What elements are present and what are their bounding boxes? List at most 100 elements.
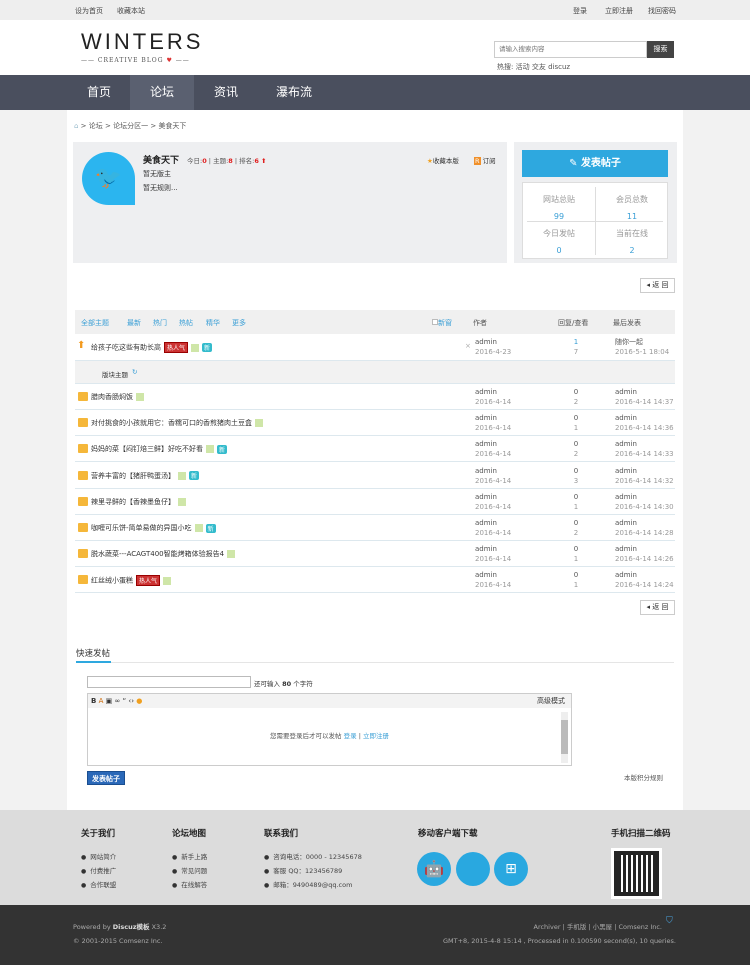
editor-register-link[interactable]: 立即注册 xyxy=(363,732,389,740)
thread-title[interactable]: 辣里寻鲜的【香辣墨鱼仔】 xyxy=(91,497,186,507)
thread-row[interactable]: 妈妈的菜【闷钉焙三鲜】好吃不好看新 admin 2016-4-14 02 admi… xyxy=(75,436,675,463)
thread-row[interactable]: 腊肉香肠焖饭 admin 2016-4-14 02 admin 2016-4-14 … xyxy=(75,384,675,410)
thread-title[interactable]: 给孩子吃这些有助长高 热人气新 xyxy=(91,342,213,353)
bookmark-site-link[interactable]: 收藏本站 xyxy=(117,6,145,16)
login-link[interactable]: 登录 xyxy=(573,6,587,16)
code-icon[interactable]: ‹› xyxy=(128,697,134,705)
back-button[interactable]: ◂ 返 回 xyxy=(640,278,675,293)
nav-news[interactable]: 资讯 xyxy=(194,75,258,110)
logo[interactable]: WINTERS xyxy=(81,29,203,55)
author[interactable]: admin xyxy=(475,413,511,423)
footer-link[interactable]: 合作联盟 xyxy=(81,879,116,889)
comsenz-link[interactable]: Comsenz Inc. xyxy=(618,923,662,931)
last-user[interactable]: admin xyxy=(615,439,674,449)
mobile-link[interactable]: 手机版 xyxy=(567,923,587,931)
home-icon[interactable]: ⌂ xyxy=(74,122,78,130)
filter-hot[interactable]: 热门 xyxy=(153,318,167,328)
footer-link[interactable]: 付费推广 xyxy=(81,865,116,875)
hot-link[interactable]: discuz xyxy=(548,63,570,71)
nav-home[interactable]: 首页 xyxy=(67,75,131,110)
font-color-icon[interactable]: A xyxy=(99,697,104,705)
search-button[interactable]: 搜索 xyxy=(647,41,674,58)
footer-link[interactable]: 新手上路 xyxy=(172,851,207,861)
blackroom-link[interactable]: 小黑屋 xyxy=(593,923,613,931)
post-subject-input[interactable] xyxy=(87,676,251,688)
last-user[interactable]: admin xyxy=(615,544,674,554)
discuz-link[interactable]: Discuz模板 xyxy=(113,923,150,931)
nav-forum[interactable]: 论坛 xyxy=(130,75,194,110)
thread-row[interactable]: 咖喱可乐饼-简单易做的异国小吃新 admin 2016-4-14 02 admin… xyxy=(75,515,675,541)
thread-title[interactable]: 腊肉香肠焖饭 xyxy=(91,392,144,402)
last-user[interactable]: admin xyxy=(615,413,674,423)
filter-hot-threads[interactable]: 热帖 xyxy=(179,318,193,328)
breadcrumb-current[interactable]: 美食天下 xyxy=(158,122,186,130)
filter-digest[interactable]: 精华 xyxy=(206,318,220,328)
author[interactable]: admin xyxy=(475,492,511,502)
breadcrumb-link[interactable]: 论坛分区一 xyxy=(113,122,148,130)
thread-row[interactable]: 对付挑食的小孩就用它：香糯可口的香煎猪肉土豆盒 admin 2016-4-14 0… xyxy=(75,410,675,437)
author[interactable]: admin xyxy=(475,387,511,397)
breadcrumb-link[interactable]: 论坛 xyxy=(89,122,103,130)
bold-icon[interactable]: B xyxy=(91,697,96,705)
thread-title[interactable]: 脱水蔬菜---ACAGT400智能烤箱体验报告4 xyxy=(91,549,236,559)
new-window-checkbox[interactable]: 新窗 xyxy=(432,318,452,328)
footer-link[interactable]: 常见问题 xyxy=(172,865,207,875)
last-user[interactable]: admin xyxy=(615,570,674,580)
search-input[interactable] xyxy=(494,41,647,58)
filter-latest[interactable]: 最新 xyxy=(127,318,141,328)
apple-download-icon[interactable] xyxy=(456,852,490,886)
author[interactable]: admin xyxy=(475,337,511,347)
thread-row[interactable]: 辣里寻鲜的【香辣墨鱼仔】 admin 2016-4-14 01 admin 2016… xyxy=(75,489,675,515)
image-icon[interactable]: ▣ xyxy=(106,697,113,705)
filter-all[interactable]: 全部主题 xyxy=(81,318,109,328)
quote-icon[interactable]: “ xyxy=(123,697,127,705)
filter-more[interactable]: 更多 xyxy=(232,318,246,328)
advanced-mode-link[interactable]: 高级模式 xyxy=(537,694,565,708)
subscribe-button[interactable]: R 订阅 xyxy=(474,155,496,165)
last-user[interactable]: admin xyxy=(615,387,674,397)
thread-title[interactable]: 咖喱可乐饼-简单易做的异国小吃新 xyxy=(91,523,216,533)
footer-link[interactable]: 网站简介 xyxy=(81,851,116,861)
android-download-icon[interactable]: 🤖 xyxy=(417,852,451,886)
image-attachment-icon xyxy=(227,550,236,559)
archiver-link[interactable]: Archiver xyxy=(534,923,561,931)
editor-scrollbar[interactable] xyxy=(561,712,568,763)
register-link[interactable]: 立即注册 xyxy=(605,6,633,16)
hot-link[interactable]: 活动 xyxy=(516,63,530,71)
editor-login-link[interactable]: 登录 xyxy=(344,732,357,740)
author[interactable]: admin xyxy=(475,570,511,580)
author[interactable]: admin xyxy=(475,439,511,449)
submit-post-button[interactable]: 发表帖子 xyxy=(87,771,125,785)
last-user[interactable]: admin xyxy=(615,492,674,502)
nav-waterfall[interactable]: 瀑布流 xyxy=(262,75,326,110)
hot-link[interactable]: 交友 xyxy=(532,63,546,71)
thread-title[interactable]: 对付挑食的小孩就用它：香糯可口的香煎猪肉土豆盒 xyxy=(91,418,263,428)
credit-rules-link[interactable]: 本版积分规则 xyxy=(624,772,663,782)
pinned-thread-row[interactable]: ⬆ 给孩子吃这些有助长高 热人气新 × admin 2016-4-23 17 随你一… xyxy=(75,334,675,361)
refresh-icon[interactable]: ↻ xyxy=(132,368,137,376)
thread-row[interactable]: 脱水蔬菜---ACAGT400智能烤箱体验报告4 admin 2016-4-14 … xyxy=(75,541,675,568)
author[interactable]: admin xyxy=(475,466,511,476)
last-user[interactable]: 随你一起 xyxy=(615,337,669,347)
last-user[interactable]: admin xyxy=(615,466,674,476)
back-button-bottom[interactable]: ◂ 返 回 xyxy=(640,600,675,615)
link-icon[interactable]: ∞ xyxy=(114,697,120,705)
date: 2016-4-14 xyxy=(475,450,512,459)
emoji-icon[interactable]: ● xyxy=(136,697,142,705)
new-post-button[interactable]: ✎ 发表帖子 xyxy=(522,150,668,177)
favorite-forum-button[interactable]: ★收藏本版 xyxy=(427,155,459,165)
close-icon[interactable]: × xyxy=(465,342,471,350)
image-attachment-icon xyxy=(178,497,186,506)
thread-row[interactable]: 营养丰富的【猪肝鸭蛋汤】新 admin 2016-4-14 03 admin 201… xyxy=(75,463,675,489)
thread-title[interactable]: 妈妈的菜【闷钉焙三鲜】好吃不好看新 xyxy=(91,444,228,454)
thread-row[interactable]: 红丝绒小蛋糕 热人气 admin 2016-4-14 01 admin 2016-4-… xyxy=(75,567,675,594)
forgot-password-link[interactable]: 找回密码 xyxy=(648,6,676,16)
set-homepage-link[interactable]: 设为首页 xyxy=(75,6,103,16)
thread-title[interactable]: 红丝绒小蛋糕 热人气 xyxy=(91,575,172,587)
author[interactable]: admin xyxy=(475,544,511,554)
last-user[interactable]: admin xyxy=(615,518,674,528)
footer-link[interactable]: 在线解答 xyxy=(172,879,207,889)
author[interactable]: admin xyxy=(475,518,511,528)
thread-title[interactable]: 营养丰富的【猪肝鸭蛋汤】新 xyxy=(91,471,200,481)
windows-download-icon[interactable]: ⊞ xyxy=(494,852,528,886)
